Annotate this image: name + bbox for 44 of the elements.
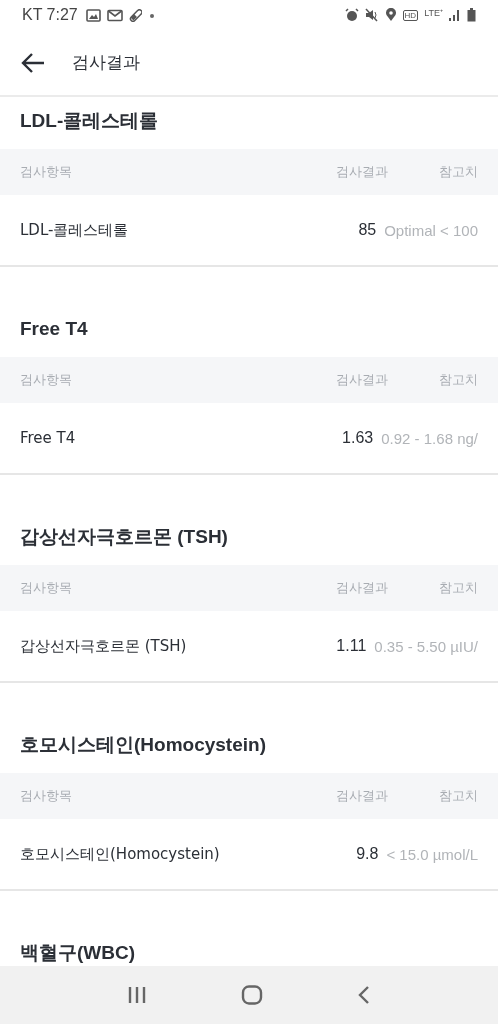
column-header: 검사항목 xyxy=(20,579,73,597)
column-header: 검사항목 xyxy=(20,787,73,805)
section-title: 백혈구(WBC) xyxy=(20,941,136,965)
test-result: 1.63 xyxy=(342,429,374,447)
image-icon xyxy=(85,8,101,22)
hd-badge: HD xyxy=(402,9,419,21)
test-name: LDL-콜레스테롤 xyxy=(20,220,130,240)
column-header: 검사항목 xyxy=(20,163,73,181)
section-title: 호모시스테인(Homocystein) xyxy=(20,733,266,757)
page-title: 검사결과 xyxy=(72,51,140,74)
mail-icon xyxy=(106,8,123,22)
column-header: 참고치 xyxy=(438,371,478,389)
battery-icon xyxy=(467,8,476,22)
back-icon[interactable] xyxy=(357,985,371,1005)
alarm-icon xyxy=(344,8,359,22)
test-name: Free T4 xyxy=(20,429,77,447)
section-title: Free T4 xyxy=(20,317,88,341)
column-header: 참고치 xyxy=(438,163,478,181)
test-result: 9.8 xyxy=(356,845,379,863)
section-title: 갑상선자극호르몬 (TSH) xyxy=(20,525,228,549)
test-name: 호모시스테인(Homocystein) xyxy=(20,844,221,864)
column-header: 검사항목 xyxy=(20,371,73,389)
reference-range: 0.35 - 5.50 µIU/ xyxy=(374,637,478,655)
reference-range: < 15.0 µmol/L xyxy=(386,845,478,863)
recent-apps-icon[interactable] xyxy=(127,986,147,1004)
location-icon xyxy=(384,8,397,22)
network-label: LTE⁺ xyxy=(424,7,443,19)
column-header: 검사결과 xyxy=(335,787,388,805)
reference-range: 0.92 - 1.68 ng/ xyxy=(381,429,478,447)
test-result: 1.11 xyxy=(336,637,367,655)
test-result: 85 xyxy=(358,221,377,239)
home-icon[interactable] xyxy=(241,985,263,1005)
column-header: 검사결과 xyxy=(335,371,388,389)
reference-range: Optimal < 100 xyxy=(384,221,478,239)
status-time: KT 7:27 xyxy=(22,6,78,24)
section-title: LDL-콜레스테롤 xyxy=(20,109,159,133)
signal-icon xyxy=(449,8,461,22)
test-name: 갑상선자극호르몬 (TSH) xyxy=(20,636,188,656)
pill-icon xyxy=(128,8,142,22)
column-header: 참고치 xyxy=(438,787,478,805)
column-header: 검사결과 xyxy=(335,579,388,597)
column-header: 참고치 xyxy=(438,579,478,597)
column-header: 검사결과 xyxy=(335,163,388,181)
mute-icon xyxy=(364,8,379,22)
